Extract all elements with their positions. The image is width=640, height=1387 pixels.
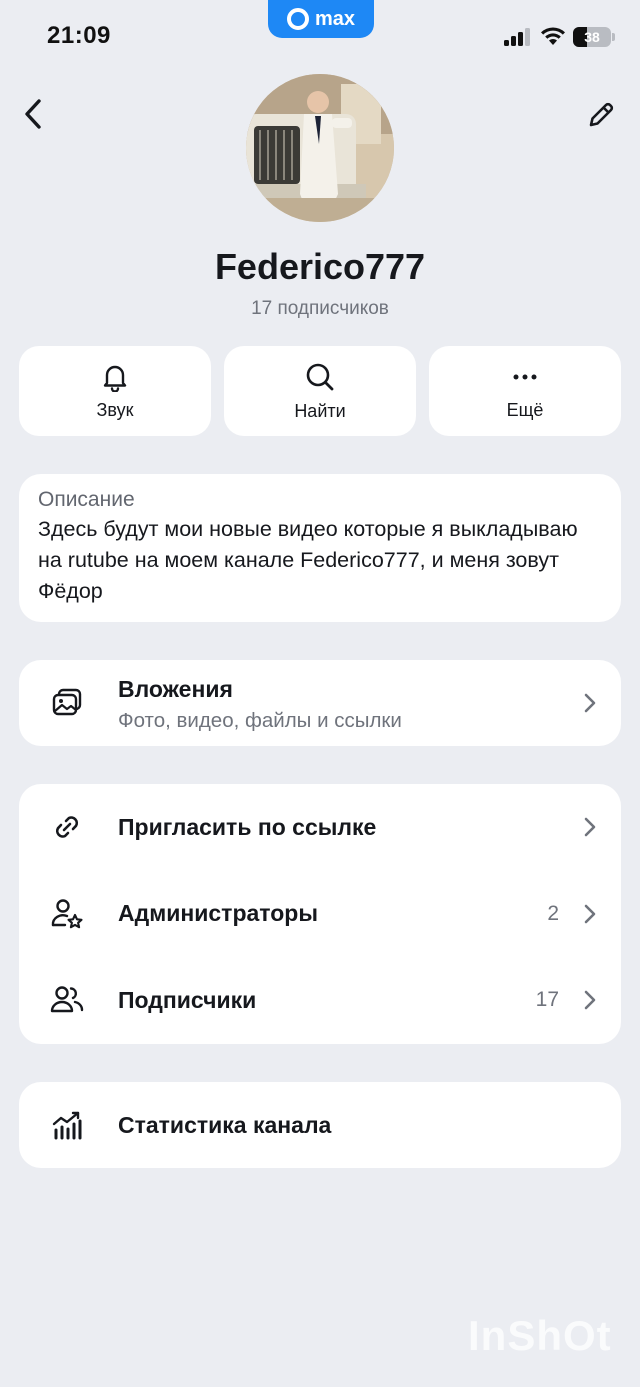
stats-icon (49, 1107, 85, 1143)
subscribers-label: Подписчики (118, 986, 257, 1013)
status-bar: 21:09 max 38 (0, 0, 640, 72)
battery-percent: 38 (584, 29, 600, 45)
invite-link-row[interactable]: Пригласить по ссылке (19, 784, 621, 871)
max-app-label: max (314, 7, 356, 30)
bell-icon (103, 365, 127, 392)
avatar-photo (246, 74, 394, 222)
edit-button[interactable] (582, 96, 620, 134)
attachments-subtitle: Фото, видео, файлы и ссылки (118, 709, 402, 732)
description-card: Описание Здесь будут мои новые видео кот… (19, 474, 621, 622)
search-label: Найти (294, 400, 346, 421)
attachments-card[interactable]: Вложения Фото, видео, файлы и ссылки (19, 660, 621, 746)
chevron-left-icon (25, 99, 41, 129)
description-text: Здесь будут мои новые видео которые я вы… (38, 517, 578, 603)
back-button[interactable] (16, 94, 50, 134)
channel-menu-card: Пригласить по ссылке Администраторы 2 По… (19, 784, 621, 1044)
battery-tip (612, 33, 615, 41)
chevron-right-icon (581, 816, 599, 838)
subscriber-count: 17 подписчиков (251, 298, 389, 319)
chevron-right-icon (581, 692, 599, 714)
attachments-label: Вложения (118, 676, 233, 702)
chevron-right-icon (581, 903, 599, 925)
subscribers-row[interactable]: Подписчики 17 (19, 957, 621, 1044)
administrators-count: 2 (547, 901, 559, 925)
channel-stats-row[interactable]: Статистика канала (19, 1082, 621, 1168)
channel-stats-label: Статистика канала (118, 1111, 332, 1138)
cellular-signal-icon (504, 28, 534, 46)
more-button[interactable]: Ещё (429, 346, 621, 436)
pencil-icon (589, 102, 614, 127)
chevron-right-icon (581, 989, 599, 1011)
status-time: 21:09 (47, 22, 111, 49)
people-icon (49, 982, 85, 1018)
more-icon (513, 374, 537, 379)
administrators-label: Администраторы (118, 900, 318, 927)
sound-button[interactable]: Звук (19, 346, 211, 436)
battery-icon: 38 (573, 27, 611, 47)
search-button[interactable]: Найти (224, 346, 416, 436)
channel-name: Federico777 (214, 246, 426, 287)
link-icon (49, 809, 85, 845)
inshot-watermark: InShOt (468, 1312, 612, 1359)
channel-stats-card[interactable]: Статистика канала (19, 1082, 621, 1168)
administrators-row[interactable]: Администраторы 2 (19, 871, 621, 958)
admin-star-icon (49, 896, 85, 932)
description-title: Описание (38, 488, 135, 511)
wifi-icon (540, 26, 566, 46)
sound-label: Звук (96, 399, 134, 420)
max-app-badge[interactable]: max (268, 0, 374, 38)
subscribers-row-count: 17 (535, 988, 559, 1012)
attachments-row[interactable]: Вложения Фото, видео, файлы и ссылки (19, 660, 621, 746)
gallery-icon (49, 685, 85, 721)
max-logo-icon (286, 8, 309, 30)
search-icon (306, 363, 334, 390)
invite-link-label: Пригласить по ссылке (118, 813, 377, 840)
channel-avatar[interactable] (246, 74, 394, 222)
more-label: Ещё (506, 399, 544, 420)
action-row: Звук Найти Ещё (19, 346, 621, 436)
